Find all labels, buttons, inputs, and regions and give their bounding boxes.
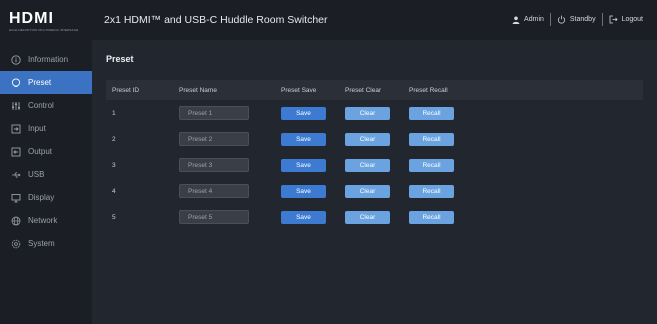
sidebar-item-system[interactable]: System — [0, 232, 92, 255]
logo-subtitle: HIGH-DEFINITION MULTIMEDIA INTERFACE — [9, 28, 79, 32]
sidebar-item-output[interactable]: Output — [0, 140, 92, 163]
sidebar-item-label: Control — [28, 101, 54, 110]
table-row: 1 Save Clear Recall — [106, 100, 643, 126]
sidebar: HDMI HIGH-DEFINITION MULTIMEDIA INTERFAC… — [0, 0, 92, 324]
app-window: HDMI HIGH-DEFINITION MULTIMEDIA INTERFAC… — [0, 0, 657, 324]
column-header-preset-name: Preset Name — [179, 86, 217, 94]
save-button[interactable]: Save — [281, 132, 326, 146]
clear-button[interactable]: Clear — [345, 106, 390, 120]
top-header: 2x1 HDMI™ and USB-C Huddle Room Switcher… — [92, 0, 657, 40]
sidebar-item-label: Information — [28, 55, 69, 64]
page-title: Preset — [106, 54, 134, 64]
output-icon — [10, 146, 22, 158]
sidebar-item-control[interactable]: Control — [0, 94, 92, 117]
header-divider — [549, 13, 551, 26]
sidebar-item-label: Preset — [28, 78, 52, 87]
network-icon — [10, 215, 22, 227]
save-button[interactable]: Save — [281, 158, 326, 172]
sidebar-nav: Information Preset Control Input Output … — [0, 48, 92, 255]
recall-button[interactable]: Recall — [409, 158, 454, 172]
clear-button[interactable]: Clear — [345, 158, 390, 172]
recall-button[interactable]: Recall — [409, 210, 454, 224]
sidebar-item-label: Output — [28, 147, 53, 156]
preset-id: 4 — [112, 187, 116, 195]
user-icon — [512, 16, 520, 24]
table-row: 3 Save Clear Recall — [106, 152, 643, 178]
display-icon — [10, 192, 22, 204]
save-button[interactable]: Save — [281, 106, 326, 120]
sidebar-item-label: Display — [28, 193, 55, 202]
column-header-preset-recall: Preset Recall — [409, 86, 448, 94]
app-title: 2x1 HDMI™ and USB-C Huddle Room Switcher — [104, 14, 328, 26]
recall-button[interactable]: Recall — [409, 132, 454, 146]
sidebar-item-label: Network — [28, 216, 58, 225]
preset-name-input[interactable] — [179, 210, 249, 224]
main-content: Preset Preset ID Preset Name Preset Save… — [92, 40, 657, 324]
table-header: Preset ID Preset Name Preset Save Preset… — [106, 80, 643, 100]
clear-button[interactable]: Clear — [345, 184, 390, 198]
logout-icon — [609, 15, 618, 24]
clear-button[interactable]: Clear — [345, 132, 390, 146]
recall-button[interactable]: Recall — [409, 184, 454, 198]
recall-button[interactable]: Recall — [409, 106, 454, 120]
logout-button[interactable]: Logout — [609, 15, 643, 24]
save-button[interactable]: Save — [281, 210, 326, 224]
hdmi-logo: HDMI HIGH-DEFINITION MULTIMEDIA INTERFAC… — [9, 10, 85, 34]
preset-name-input[interactable] — [179, 184, 249, 198]
logout-label: Logout — [621, 16, 643, 23]
control-icon — [10, 100, 22, 112]
column-header-preset-save: Preset Save — [281, 86, 317, 94]
admin-user-button[interactable]: Admin — [512, 16, 544, 24]
sidebar-item-input[interactable]: Input — [0, 117, 92, 140]
column-header-preset-clear: Preset Clear — [345, 86, 382, 94]
sidebar-item-label: Input — [28, 124, 46, 133]
preset-id: 3 — [112, 161, 116, 169]
system-icon — [10, 238, 22, 250]
info-icon — [10, 54, 22, 66]
sidebar-item-label: USB — [28, 170, 45, 179]
preset-name-input[interactable] — [179, 106, 249, 120]
preset-id: 5 — [112, 213, 116, 221]
save-button[interactable]: Save — [281, 184, 326, 198]
power-icon — [557, 15, 566, 24]
header-actions: Admin Standby Logout — [512, 13, 643, 26]
preset-name-input[interactable] — [179, 132, 249, 146]
column-header-preset-id: Preset ID — [112, 86, 140, 94]
preset-id: 2 — [112, 135, 116, 143]
table-row: 5 Save Clear Recall — [106, 204, 643, 230]
preset-name-input[interactable] — [179, 158, 249, 172]
sidebar-item-network[interactable]: Network — [0, 209, 92, 232]
sidebar-item-information[interactable]: Information — [0, 48, 92, 71]
header-divider — [601, 13, 603, 26]
preset-id: 1 — [112, 109, 116, 117]
table-row: 2 Save Clear Recall — [106, 126, 643, 152]
sidebar-item-display[interactable]: Display — [0, 186, 92, 209]
standby-button[interactable]: Standby — [557, 15, 596, 24]
admin-label: Admin — [524, 16, 544, 23]
sidebar-item-usb[interactable]: USB — [0, 163, 92, 186]
input-icon — [10, 123, 22, 135]
table-row: 4 Save Clear Recall — [106, 178, 643, 204]
preset-icon — [10, 77, 22, 89]
standby-label: Standby — [569, 16, 596, 23]
usb-icon — [10, 169, 22, 181]
sidebar-item-label: System — [28, 239, 55, 248]
sidebar-item-preset[interactable]: Preset — [0, 71, 92, 94]
logo-text: HDMI — [9, 10, 54, 27]
preset-table: Preset ID Preset Name Preset Save Preset… — [106, 80, 643, 230]
clear-button[interactable]: Clear — [345, 210, 390, 224]
